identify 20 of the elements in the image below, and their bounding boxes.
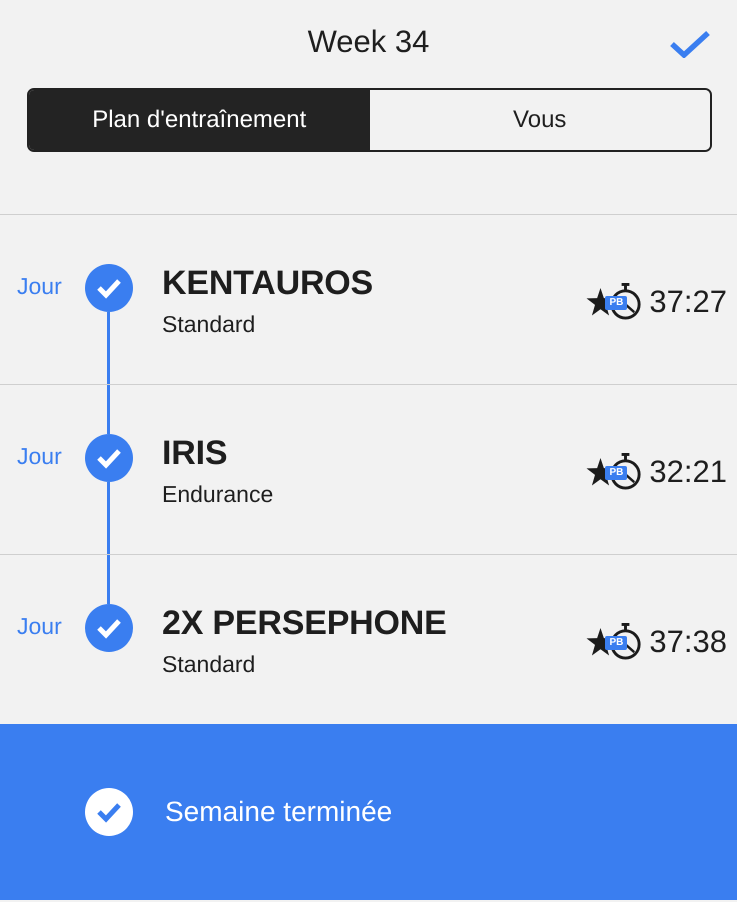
workout-type: Endurance xyxy=(162,480,274,508)
check-circle-icon xyxy=(85,788,133,836)
workout-type: Standard xyxy=(162,310,256,338)
check-icon[interactable] xyxy=(669,30,711,58)
workout-title: KENTAUROS xyxy=(162,263,374,303)
personal-best-tag: PB xyxy=(605,466,628,480)
personal-best-tag: PB xyxy=(605,636,628,650)
workout-time: 37:27 xyxy=(649,284,727,320)
week-title: Week 34 xyxy=(308,25,430,59)
tab[interactable]: Plan d'entraînement xyxy=(29,90,370,150)
workout-time: 37:38 xyxy=(649,624,727,660)
workout-title: 2X PERSEPHONE xyxy=(162,603,447,643)
personal-best-tag: PB xyxy=(605,296,628,310)
workout-time: 32:21 xyxy=(649,454,727,490)
workout-title: IRIS xyxy=(162,433,228,473)
day-label: Jour xyxy=(17,273,63,299)
day-label: Jour xyxy=(17,443,63,469)
workout-type: Standard xyxy=(162,650,256,678)
day-label: Jour xyxy=(17,613,63,639)
week-complete-label: Semaine terminée xyxy=(165,796,392,828)
